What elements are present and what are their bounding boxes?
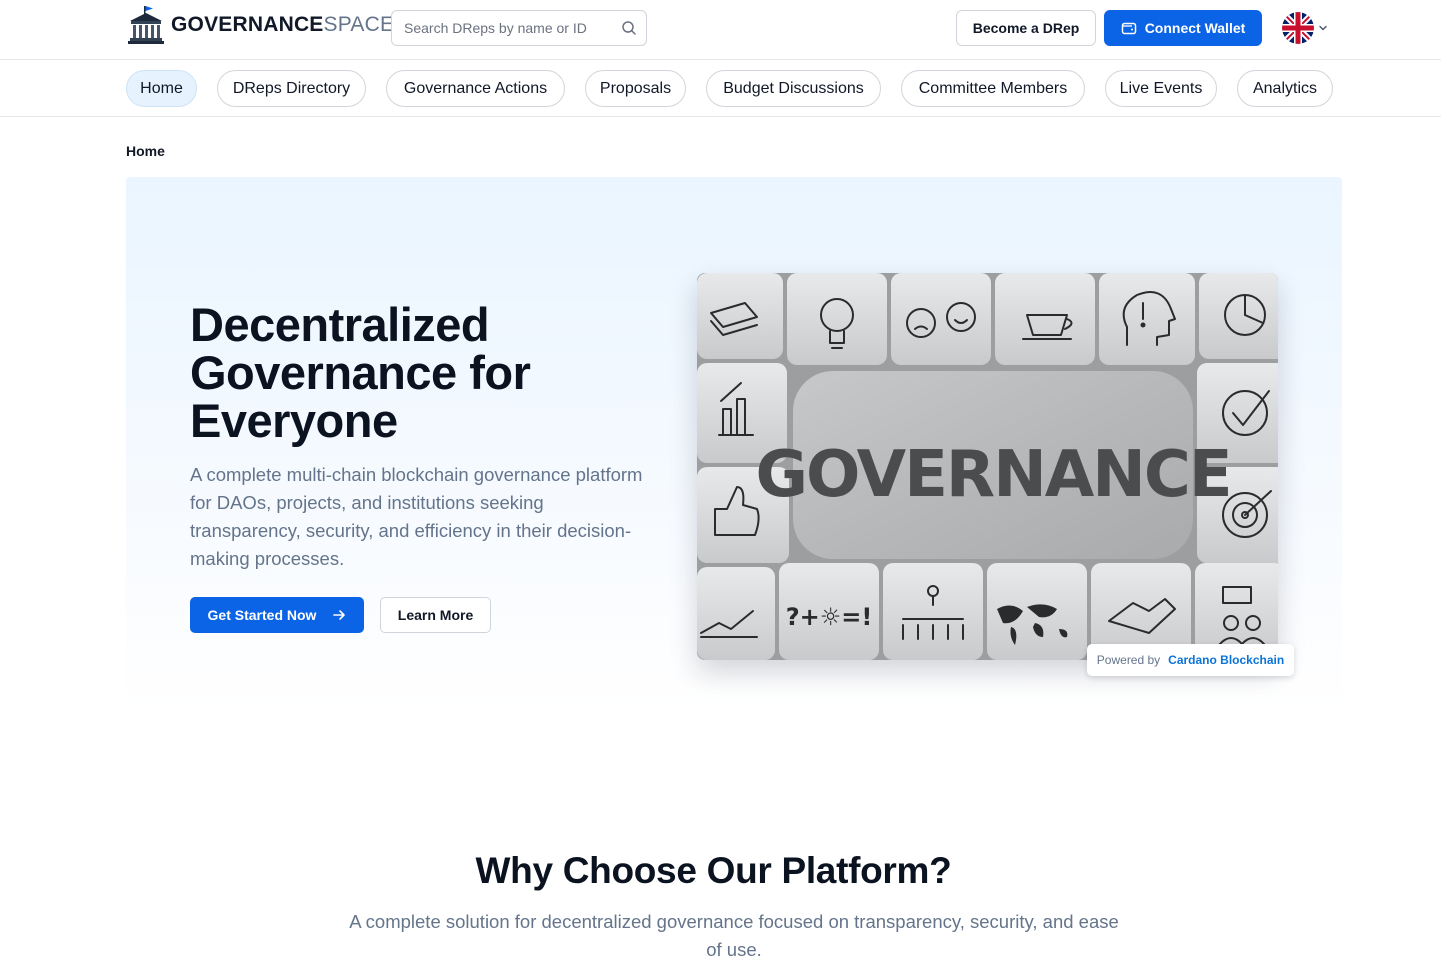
nav-item-analytics[interactable]: Analytics [1237, 70, 1333, 107]
powered-by-badge: Powered by Cardano Blockchain [1087, 644, 1294, 676]
learn-more-button[interactable]: Learn More [380, 597, 491, 633]
nav-item-home[interactable]: Home [126, 70, 197, 107]
svg-text:?+☼=!: ?+☼=! [786, 603, 873, 631]
search-icon[interactable] [621, 20, 637, 36]
why-section-title: Why Choose Our Platform? [475, 850, 952, 891]
site-logo[interactable]: GOVERNANCESPACE [127, 4, 394, 46]
nav-item-committee-members[interactable]: Committee Members [901, 70, 1085, 107]
connect-wallet-button[interactable]: Connect Wallet [1104, 10, 1262, 46]
nav-item-live-events[interactable]: Live Events [1105, 70, 1217, 107]
why-section-subtitle: A complete solution for decentralized go… [349, 911, 1119, 960]
uk-flag-icon [1282, 12, 1314, 44]
hero-section: Decentralized Governance for Everyone A … [126, 177, 1342, 712]
nav-item-governance-actions[interactable]: Governance Actions [386, 70, 565, 107]
chevron-down-icon [1319, 25, 1327, 31]
logo-text-bold: GOVERNANCE [171, 13, 324, 36]
hero-subtitle: A complete multi-chain blockchain govern… [190, 464, 643, 569]
get-started-button[interactable]: Get Started Now [190, 597, 364, 633]
powered-by-label: Powered by [1096, 653, 1161, 667]
breadcrumb: Home [126, 143, 165, 159]
wallet-icon [1121, 22, 1136, 35]
governance-blocks-illustration: GOVERNANCE ?+☼=! [697, 273, 1278, 660]
language-selector[interactable] [1282, 12, 1328, 44]
governance-image: GOVERNANCE ?+☼=! [697, 273, 1278, 660]
hero-title: Decentralized Governance for Everyone [190, 298, 531, 447]
image-governance-word: GOVERNANCE [755, 438, 1230, 512]
logo-text-light: SPACE [323, 13, 395, 36]
search-input[interactable] [404, 20, 604, 36]
search-box [391, 10, 647, 46]
nav-item-dreps-directory[interactable]: DReps Directory [217, 70, 366, 107]
nav-item-proposals[interactable]: Proposals [585, 70, 686, 107]
breadcrumb-current: Home [126, 143, 165, 159]
connect-wallet-label: Connect Wallet [1144, 20, 1246, 36]
top-header: GOVERNANCESPACE Become a DRep Connect Wa… [0, 0, 1441, 60]
main-nav: Home DReps Directory Governance Actions … [0, 60, 1441, 117]
bank-building-icon [128, 6, 164, 44]
get-started-label: Get Started Now [207, 607, 317, 623]
arrow-right-icon [333, 610, 346, 620]
become-drep-button[interactable]: Become a DRep [956, 10, 1096, 46]
nav-item-budget-discussions[interactable]: Budget Discussions [706, 70, 881, 107]
cardano-blockchain-link[interactable]: Cardano Blockchain [1168, 653, 1284, 667]
